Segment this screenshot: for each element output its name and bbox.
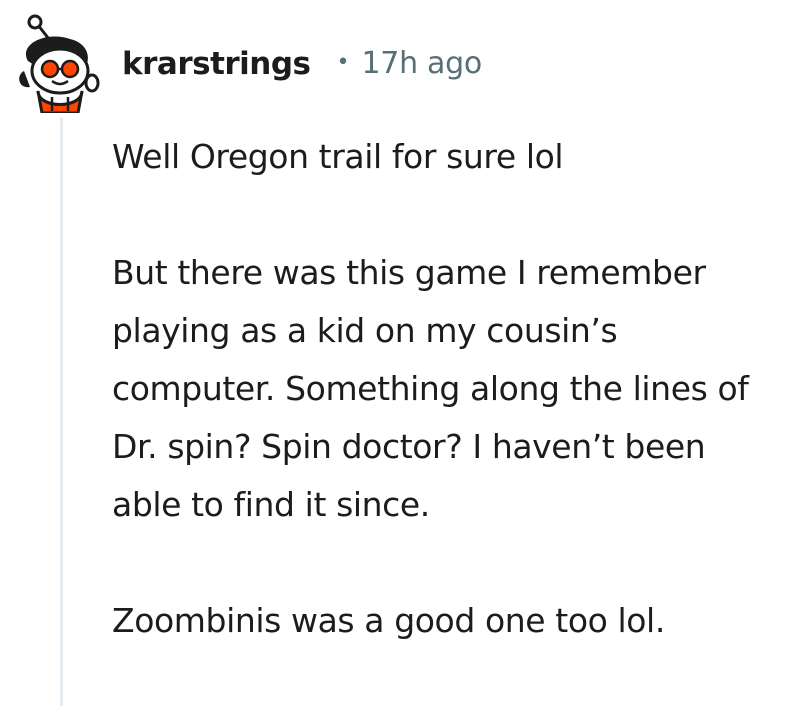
comment-timestamp[interactable]: 17h ago bbox=[362, 46, 483, 81]
snoo-avatar-icon bbox=[19, 14, 100, 113]
meta-separator: • bbox=[336, 49, 350, 75]
comment-paragraph: But there was this game I remember playi… bbox=[112, 253, 749, 524]
comment-header: krarstrings • 17h ago bbox=[8, 8, 482, 118]
user-avatar[interactable] bbox=[8, 13, 100, 113]
thread-collapse-line[interactable] bbox=[60, 118, 63, 706]
comment-paragraph: Zoombinis was a good one too lol. bbox=[112, 601, 665, 640]
comment-author[interactable]: krarstrings bbox=[122, 46, 311, 82]
comment-body: Well Oregon trail for sure lol But there… bbox=[112, 128, 782, 650]
comment: krarstrings • 17h ago Well Oregon trail … bbox=[0, 0, 800, 706]
comment-paragraph: Well Oregon trail for sure lol bbox=[112, 137, 564, 176]
